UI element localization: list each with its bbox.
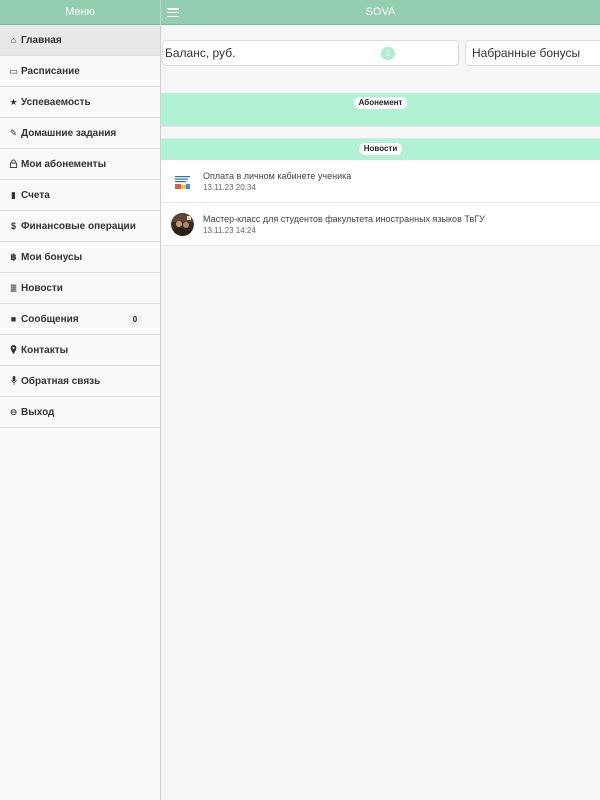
sidebar-item-invoices[interactable]: ▮ Счета — [0, 180, 160, 211]
sidebar-item-label: Домашние задания — [21, 127, 117, 139]
sidebar-item-label: Финансовые операции — [21, 220, 136, 232]
dollar-icon: $ — [10, 221, 16, 231]
subscription-section-label: Абонемент — [353, 97, 408, 109]
sidebar-item-finance[interactable]: $ Финансовые операции — [0, 211, 160, 242]
masterclass-thumb-icon — [171, 213, 194, 236]
sidebar-item-label: Новости — [21, 282, 63, 294]
calendar-icon: ▭ — [9, 65, 18, 76]
edit-icon: ✎ — [9, 127, 18, 138]
sidebar-item-contacts[interactable]: Контакты — [0, 335, 160, 366]
sidebar-item-subscriptions[interactable]: Мои абонементы — [0, 149, 160, 180]
sidebar-item-label: Контакты — [21, 344, 69, 356]
sidebar-item-label: Обратная связь — [21, 375, 101, 387]
receipt-icon: ▮ — [11, 189, 16, 200]
sidebar-item-label: Мои абонементы — [21, 158, 107, 170]
news-section-label: Новости — [358, 143, 403, 155]
sidebar-item-label: Счета — [21, 189, 50, 201]
news-date: 13.11.23 14:24 — [203, 226, 256, 235]
sidebar-item-homework[interactable]: ✎ Домашние задания — [0, 118, 160, 149]
subscription-section: Абонемент — [161, 93, 600, 127]
sidebar-item-logout[interactable]: ⊖ Выход — [0, 397, 160, 428]
news-section-header: Новости — [161, 138, 600, 160]
main-content: SOVA Баланс, руб. 0 Набранные бонусы Або… — [161, 0, 600, 800]
sidebar-item-label: Мои бонусы — [21, 251, 83, 263]
star-icon: ★ — [9, 96, 18, 107]
balance-value-badge: 0 — [381, 47, 395, 60]
news-title: Мастер-класс для студентов факультета ин… — [203, 214, 485, 224]
sidebar-title: Меню — [0, 0, 160, 25]
lock-icon — [8, 158, 19, 170]
sidebar: Меню ⌂ Главная ▭ Расписание ★ Успеваемос… — [0, 0, 161, 800]
sidebar-item-schedule[interactable]: ▭ Расписание — [0, 56, 160, 87]
balance-label: Баланс, руб. — [165, 46, 236, 60]
home-icon: ⌂ — [10, 35, 17, 45]
news-list: Оплата в личном кабинете ученика 13.11.2… — [161, 160, 600, 246]
sidebar-item-messages[interactable]: ■ Сообщения 0 — [0, 304, 160, 335]
logout-icon: ⊖ — [9, 406, 18, 417]
news-date: 13.11.23 20:34 — [203, 183, 256, 192]
sidebar-item-bonuses[interactable]: ฿ Мои бонусы — [0, 242, 160, 273]
top-bar: SOVA — [161, 0, 600, 25]
sidebar-item-label: Сообщения — [21, 313, 79, 325]
app-title: SOVA — [365, 6, 396, 18]
bitcoin-icon: ฿ — [10, 251, 17, 262]
sidebar-item-label: Выход — [21, 406, 55, 418]
summary-cards: Баланс, руб. 0 Набранные бонусы — [161, 40, 600, 66]
bonus-label: Набранные бонусы — [472, 46, 581, 60]
payment-thumb-icon — [171, 170, 194, 193]
messages-count-badge: 0 — [128, 313, 142, 326]
news-item[interactable]: Мастер-класс для студентов факультета ин… — [161, 203, 600, 246]
bonus-card[interactable]: Набранные бонусы — [465, 40, 600, 66]
microphone-icon — [8, 375, 19, 387]
sidebar-item-news[interactable]: ≣ Новости — [0, 273, 160, 304]
sidebar-item-home[interactable]: ⌂ Главная — [0, 25, 160, 56]
sidebar-item-label: Расписание — [21, 65, 80, 77]
sidebar-item-label: Успеваемость — [21, 96, 91, 108]
list-icon: ≣ — [9, 282, 18, 293]
news-item[interactable]: Оплата в личном кабинете ученика 13.11.2… — [161, 160, 600, 203]
location-icon — [8, 344, 19, 356]
message-icon: ■ — [10, 314, 17, 324]
news-title: Оплата в личном кабинете ученика — [203, 171, 352, 181]
hamburger-icon[interactable] — [167, 8, 179, 18]
balance-card[interactable]: Баланс, руб. 0 — [162, 40, 459, 66]
sidebar-item-progress[interactable]: ★ Успеваемость — [0, 87, 160, 118]
sidebar-item-label: Главная — [21, 34, 62, 46]
sidebar-item-feedback[interactable]: Обратная связь — [0, 366, 160, 397]
